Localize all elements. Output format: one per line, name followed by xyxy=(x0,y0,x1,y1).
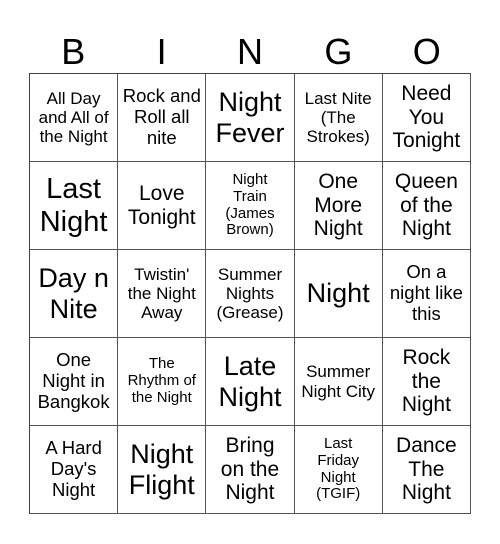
bingo-cell-r4-c3[interactable]: Late Night xyxy=(206,338,295,426)
bingo-cell-r2-c1[interactable]: Last Night xyxy=(30,162,119,250)
cell-text: Night Fever xyxy=(215,87,285,148)
bingo-cell-r5-c1[interactable]: A Hard Day's Night xyxy=(30,426,119,514)
bingo-cell-r2-c3[interactable]: Night Train (James Brown) xyxy=(206,162,295,250)
header-letter-i: I xyxy=(156,31,167,72)
cell-text: The Rhythm of the Night xyxy=(127,355,196,406)
bingo-header: B I N G O xyxy=(29,30,471,73)
bingo-cell-r5-c5[interactable]: Dance The Night xyxy=(382,426,471,514)
cell-text: One More Night xyxy=(313,170,363,241)
bingo-cell-r3-c3[interactable]: Summer Nights (Grease) xyxy=(206,250,295,338)
cell-text: Dance The Night xyxy=(396,434,457,505)
cell-text: A Hard Day's Night xyxy=(45,437,102,500)
cell-text: Rock the Night xyxy=(401,346,451,417)
header-letter-g: G xyxy=(324,31,353,72)
bingo-cell-r1-c4[interactable]: Last Nite (The Strokes) xyxy=(294,74,383,162)
cell-text: Last Nite (The Strokes) xyxy=(304,88,372,147)
bingo-cell-r3-c1[interactable]: Day n Nite xyxy=(30,250,119,338)
cell-text: Love Tonight xyxy=(127,181,196,229)
cell-text: One Night in Bangkok xyxy=(37,349,110,412)
cell-text: Night xyxy=(306,278,370,309)
header-letter-o: O xyxy=(412,31,441,72)
cell-text: Bring on the Night xyxy=(220,434,280,505)
cell-text: Late Night xyxy=(218,351,282,412)
bingo-cell-r3-c5[interactable]: On a night like this xyxy=(382,250,471,338)
bingo-cell-r1-c2[interactable]: Rock and Roll all nite xyxy=(118,74,207,162)
bingo-cell-r1-c5[interactable]: Need You Tonight xyxy=(382,74,471,162)
bingo-cell-r4-c5[interactable]: Rock the Night xyxy=(382,338,471,426)
cell-text: Night Flight xyxy=(128,439,195,500)
bingo-cell-r3-c2[interactable]: Twistin' the Night Away xyxy=(118,250,207,338)
cell-text: Summer Nights (Grease) xyxy=(216,264,284,323)
bingo-cell-r4-c1[interactable]: One Night in Bangkok xyxy=(30,338,119,426)
bingo-cell-r4-c4[interactable]: Summer Night City xyxy=(294,338,383,426)
cell-text: Last Night xyxy=(39,173,108,238)
bingo-cell-r4-c2[interactable]: The Rhythm of the Night xyxy=(118,338,207,426)
bingo-cell-r2-c5[interactable]: Queen of the Night xyxy=(382,162,471,250)
bingo-cell-r5-c4[interactable]: Last Friday Night (TGIF) xyxy=(294,426,383,514)
header-letter-n: N xyxy=(236,31,263,72)
cell-text: Need You Tonight xyxy=(392,82,461,153)
cell-text: Rock and Roll all nite xyxy=(122,85,201,148)
bingo-cell-r5-c2[interactable]: Night Flight xyxy=(118,426,207,514)
bingo-cell-r2-c2[interactable]: Love Tonight xyxy=(118,162,207,250)
cell-text: Summer Night City xyxy=(301,362,376,401)
cell-text: All Day and All of the Night xyxy=(38,88,109,147)
bingo-card-grid: All Day and All of the Night Rock and Ro… xyxy=(29,73,471,514)
bingo-cell-r1-c1[interactable]: All Day and All of the Night xyxy=(30,74,119,162)
bingo-cell-r2-c4[interactable]: One More Night xyxy=(294,162,383,250)
cell-text: Day n Nite xyxy=(38,263,109,324)
bingo-cell-r3-c4[interactable]: Night xyxy=(294,250,383,338)
cell-text: On a night like this xyxy=(389,261,463,324)
bingo-cell-r5-c3[interactable]: Bring on the Night xyxy=(206,426,295,514)
cell-text: Last Friday Night (TGIF) xyxy=(316,434,361,503)
cell-text: Queen of the Night xyxy=(394,170,458,241)
cell-text: Night Train (James Brown) xyxy=(225,170,275,239)
bingo-cell-r1-c3[interactable]: Night Fever xyxy=(206,74,295,162)
cell-text: Twistin' the Night Away xyxy=(127,264,196,323)
header-letter-b: B xyxy=(61,31,86,72)
